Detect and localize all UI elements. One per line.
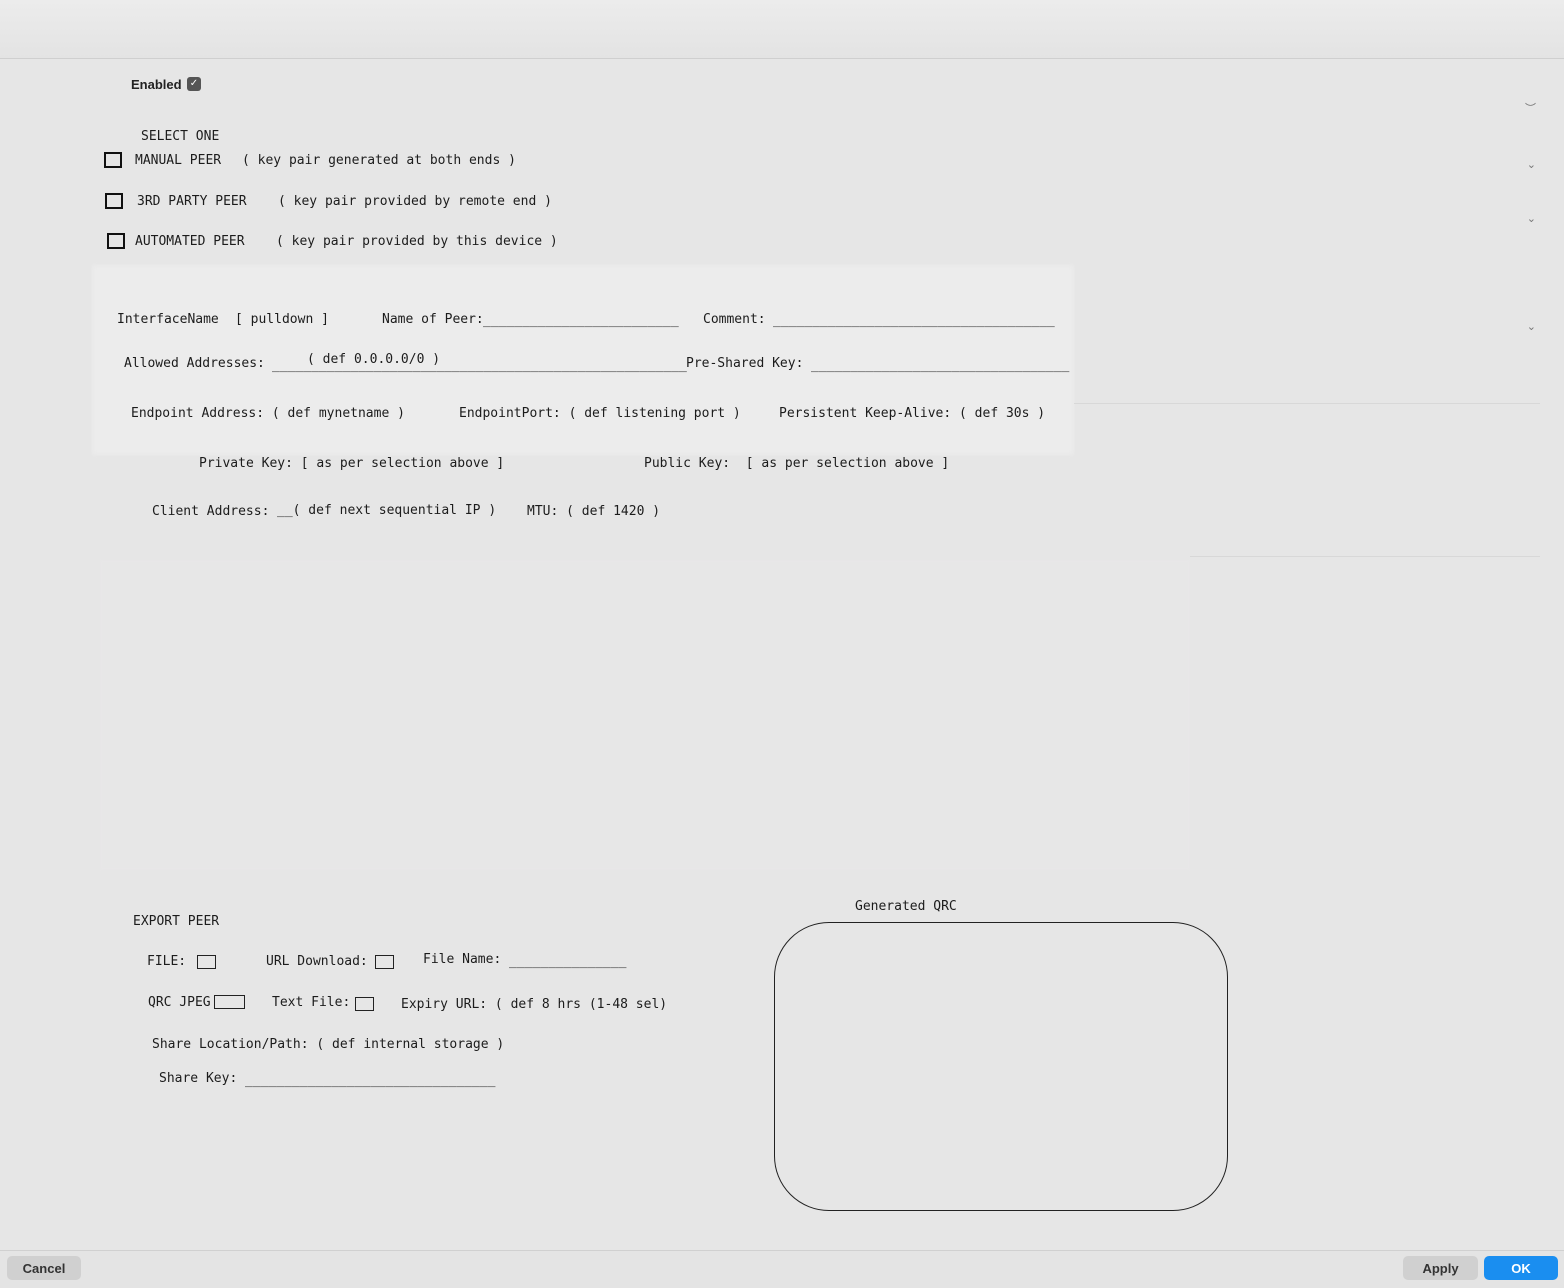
file-label: FILE: xyxy=(147,954,187,969)
file-name-label: File Name: xyxy=(423,952,502,967)
enabled-label: Enabled xyxy=(131,77,182,92)
text-file-checkbox[interactable] xyxy=(355,997,374,1011)
allowed-addresses-label: Allowed Addresses: xyxy=(124,356,265,371)
select-one-heading: SELECT ONE xyxy=(141,129,220,144)
share-location[interactable]: Share Location/Path: ( def internal stor… xyxy=(152,1037,504,1052)
automated-peer-checkbox[interactable] xyxy=(107,233,125,249)
manual-peer-label: MANUAL PEER xyxy=(135,153,222,168)
url-download-checkbox[interactable] xyxy=(375,955,394,969)
persistent-keepalive[interactable]: Persistent Keep-Alive: ( def 30s ) xyxy=(779,406,1045,421)
pre-shared-key-input[interactable]: _________________________________ xyxy=(811,358,1069,373)
endpoint-address[interactable]: Endpoint Address: ( def mynetname ) xyxy=(131,406,405,421)
expiry-url[interactable]: Expiry URL: ( def 8 hrs (1-48 sel) xyxy=(401,997,667,1012)
qrc-jpeg-checkbox[interactable] xyxy=(214,995,245,1009)
dialog-footer xyxy=(0,1250,1564,1288)
qr-title: Generated QRC xyxy=(855,899,957,914)
share-key-input[interactable]: ________________________________ xyxy=(245,1073,495,1088)
chevron-down-icon[interactable]: ⌄ xyxy=(1527,158,1536,171)
manual-peer-desc: ( key pair generated at both ends ) xyxy=(242,153,516,168)
third-party-peer-desc: ( key pair provided by remote end ) xyxy=(278,194,552,209)
qrc-jpeg-label: QRC JPEG xyxy=(148,995,211,1010)
client-address-input[interactable]: __( def next sequential IP ) xyxy=(277,503,496,518)
client-address-label: Client Address: xyxy=(152,504,270,519)
peer-name-input[interactable]: _________________________ xyxy=(483,313,679,328)
peer-name-label: Name of Peer: xyxy=(382,312,484,327)
file-checkbox[interactable] xyxy=(197,955,216,969)
automated-peer-label: AUTOMATED PEER xyxy=(135,234,245,249)
divider-right-lower xyxy=(1190,556,1540,557)
text-file-label: Text File: xyxy=(272,995,351,1010)
divider-right xyxy=(1074,403,1540,404)
ok-button[interactable]: OK xyxy=(1484,1256,1558,1280)
pre-shared-key-label: Pre-Shared Key: xyxy=(686,356,804,371)
url-download-label: URL Download: xyxy=(266,954,368,969)
comment-label: Comment: xyxy=(703,312,766,327)
cancel-button[interactable]: Cancel xyxy=(7,1256,81,1280)
chevron-down-icon[interactable]: ⌄ xyxy=(1527,212,1536,225)
apply-button[interactable]: Apply xyxy=(1403,1256,1478,1280)
comment-input[interactable]: ____________________________________ xyxy=(773,313,1055,328)
scroll-arc-icon: ︶ xyxy=(1525,103,1536,115)
endpoint-port[interactable]: EndpointPort: ( def listening port ) xyxy=(459,406,741,421)
third-party-peer-label: 3RD PARTY PEER xyxy=(137,194,247,209)
empty-faded-panel xyxy=(100,560,1190,870)
third-party-peer-checkbox[interactable] xyxy=(105,193,123,209)
public-key: Public Key: [ as per selection above ] xyxy=(644,456,950,471)
file-name-input[interactable]: _______________ xyxy=(509,954,626,969)
export-peer-heading: EXPORT PEER xyxy=(133,914,220,929)
interface-name-pulldown[interactable]: [ pulldown ] xyxy=(235,312,329,327)
allowed-addresses-default: ( def 0.0.0.0/0 ) xyxy=(307,352,441,367)
qr-code-area xyxy=(774,922,1228,1211)
checkmark-icon: ✓ xyxy=(189,78,199,89)
interface-name-label: InterfaceName xyxy=(117,312,219,327)
enabled-checkbox[interactable]: ✓ xyxy=(187,77,201,91)
automated-peer-desc: ( key pair provided by this device ) xyxy=(276,234,558,249)
manual-peer-checkbox[interactable] xyxy=(104,152,122,168)
private-key: Private Key: [ as per selection above ] xyxy=(199,456,505,471)
chevron-down-icon[interactable]: ⌄ xyxy=(1527,320,1536,333)
mtu-field[interactable]: MTU: ( def 1420 ) xyxy=(527,504,660,519)
share-key-label: Share Key: xyxy=(159,1071,238,1086)
window-titlebar xyxy=(0,0,1564,59)
